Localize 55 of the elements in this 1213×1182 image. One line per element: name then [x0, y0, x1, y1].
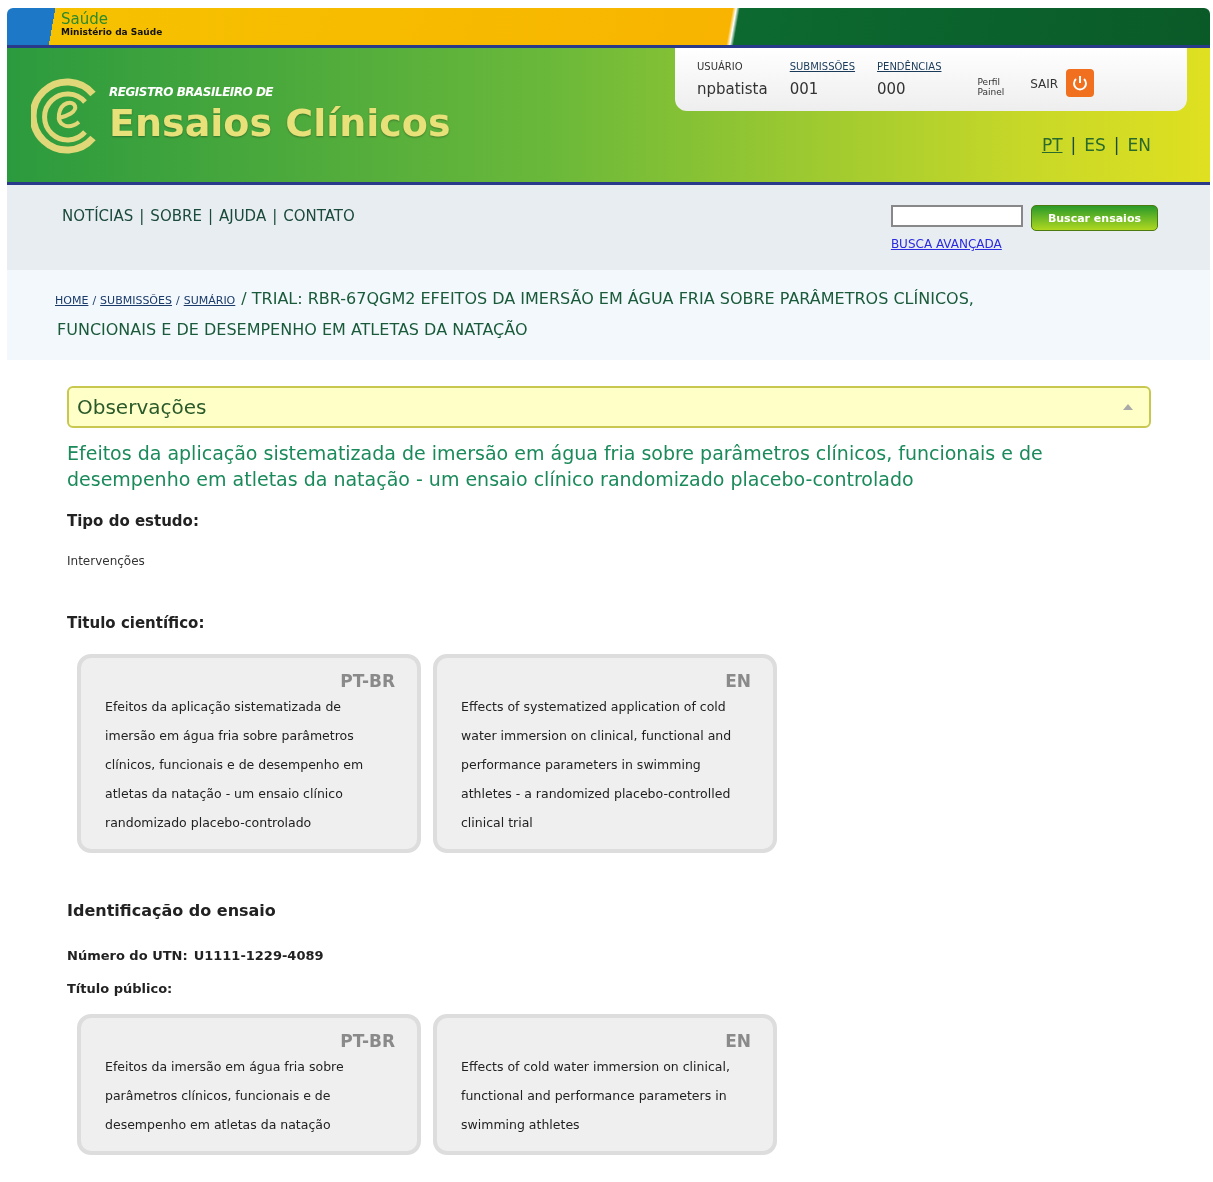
header-tagline: REGISTRO BRASILEIRO DE — [109, 85, 274, 99]
field-value: U1111-1229-4089 — [193, 948, 324, 963]
profile-link[interactable]: Perfil — [977, 76, 1005, 87]
separator: | — [1113, 135, 1120, 155]
headline: Efeitos da aplicação sistematizada de imersão em água fria sobre parâmetros clínicos, funcionais e de desempenho em atletas da natação - um ensaio clínico randomizado placebo-controlado — [67, 441, 1044, 492]
logout-link[interactable]: SAIR — [1030, 76, 1059, 91]
language-tag: PT-BR — [340, 672, 395, 690]
field-label: Número do UTN: — [67, 948, 188, 963]
search-field[interactable] — [890, 205, 1023, 227]
separator: | — [207, 207, 213, 225]
nav-link[interactable]: NOTÍCIAS — [62, 207, 134, 225]
language-tag: EN — [725, 672, 751, 690]
breadcrumb-link[interactable]: HOME — [55, 286, 89, 315]
site-title: Ensaios Clínicos — [109, 100, 451, 147]
section-heading: Identificação do ensaio — [67, 901, 277, 920]
nav-link[interactable]: CONTATO — [283, 207, 355, 225]
section-title: Observações — [77, 395, 207, 419]
separator: / — [175, 293, 180, 309]
title-text: Effects of systematized application of cold water immersion on clinical, functional and performance parameters in swimming athletes - a randomized placebo-controlled clinical trial — [461, 698, 733, 832]
field-label: Título público: — [67, 981, 174, 996]
nav-link[interactable]: AJUDA — [218, 207, 267, 225]
language-link[interactable]: ES — [1084, 135, 1106, 155]
column-label: USUÁRIO — [697, 61, 743, 72]
banner-title: Saúde — [61, 12, 108, 27]
language-tag: EN — [725, 1032, 751, 1050]
separator: | — [272, 207, 278, 225]
column-label[interactable]: SUBMISSÕES — [789, 61, 856, 72]
trial-title: / TRIAL: RBR-67QGM2 EFEITOS DA IMERSÃO EM ÁGUA FRIA SOBRE PARÂMETROS CLÍNICOS, — [241, 288, 974, 310]
advanced-search-link[interactable]: BUSCA AVANÇADA — [890, 237, 1002, 251]
title-text: Efeitos da imersão em água fria sobre parâmetros clínicos, funcionais e de desempenho em atletas da natação — [105, 1058, 345, 1134]
breadcrumb-link[interactable]: SUBMISSÕES — [100, 286, 172, 315]
language-link[interactable]: PT — [1041, 135, 1063, 155]
column-label[interactable]: PENDÊNCIAS — [877, 61, 942, 72]
power-icon — [1071, 73, 1090, 92]
profile-link[interactable]: Painel — [977, 86, 1005, 97]
language-link[interactable]: EN — [1127, 135, 1151, 155]
column-value: 001 — [789, 80, 819, 98]
banner-subtitle: Ministério da Saúde — [61, 27, 163, 37]
trial-title: FUNCIONAIS E DE DESEMPENHO EM ATLETAS DA NATAÇÃO — [57, 320, 528, 339]
field-label: Titulo científico: — [67, 614, 206, 632]
column-value: 000 — [877, 80, 906, 98]
field-label: Tipo do estudo: — [67, 512, 200, 530]
section-header[interactable]: Observações — [67, 386, 1151, 428]
column-value: npbatista — [697, 80, 768, 98]
nav-link[interactable]: SOBRE — [150, 207, 202, 225]
title-text: Efeitos da aplicação sistematizada de imersão em água fria sobre parâmetros clínicos, funcionais e de desempenho em atletas da natação - um ensaio clínico randomizado placebo-controlado — [105, 698, 365, 832]
breadcrumb-link[interactable]: SUMÁRIO — [183, 286, 236, 315]
separator: | — [1070, 135, 1077, 155]
field-value: Intervenções — [67, 554, 146, 568]
separator: / — [92, 293, 97, 309]
language-tag: PT-BR — [340, 1032, 395, 1050]
separator: | — [139, 207, 145, 225]
caret-icon — [1123, 403, 1133, 411]
title-text: Effects of cold water immersion on clinical, functional and performance parameters in swimming athletes — [461, 1058, 731, 1134]
power-button[interactable] — [1066, 68, 1095, 97]
